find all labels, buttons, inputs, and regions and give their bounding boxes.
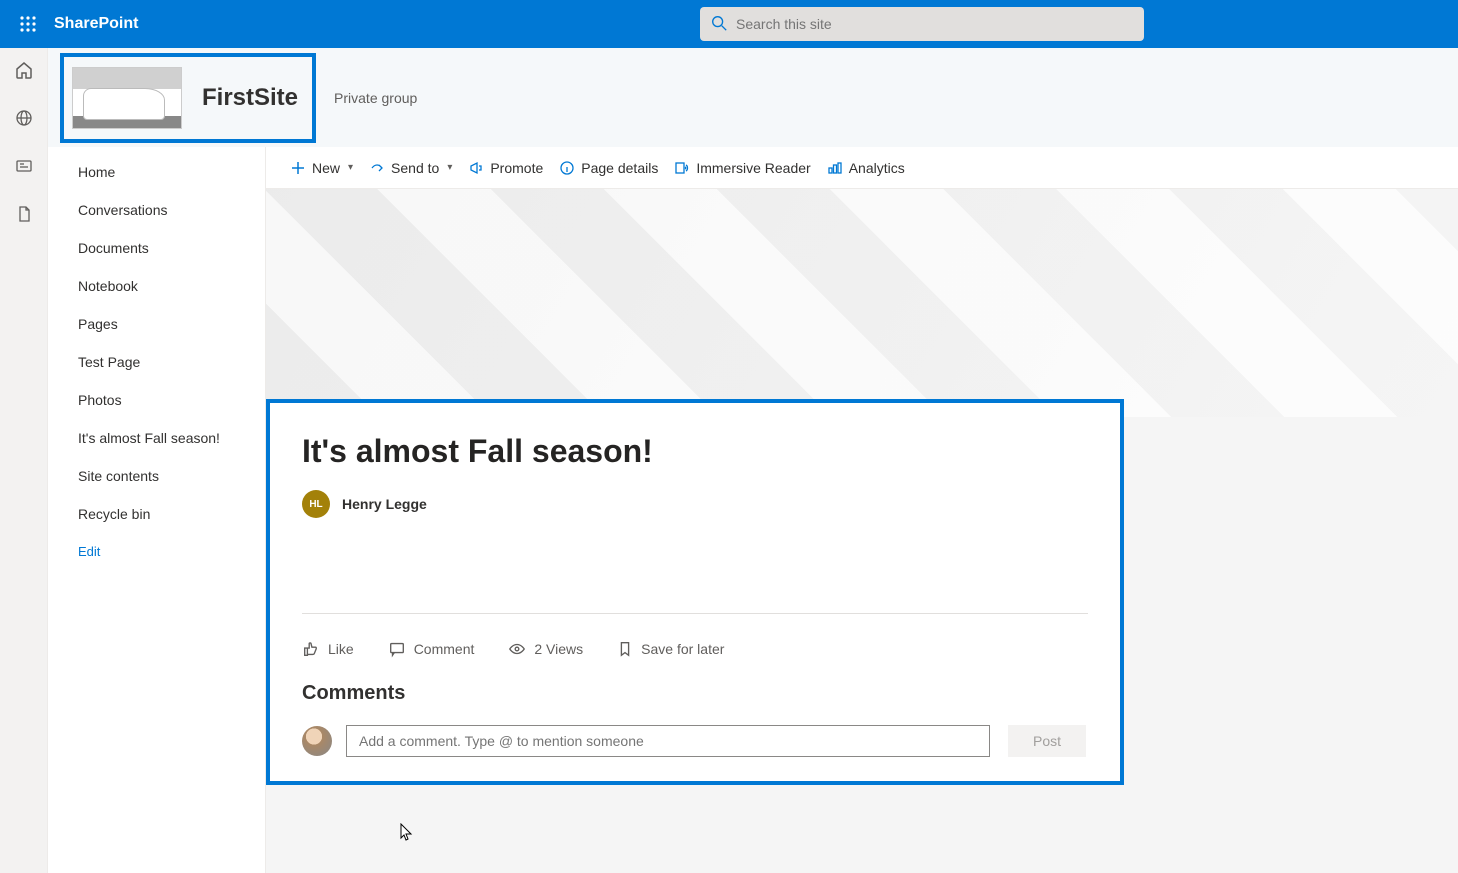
chevron-down-icon: ▾ [447,162,452,173]
comments-heading: Comments [302,682,1088,705]
author-name[interactable]: Henry Legge [342,496,427,512]
nav-item-documents[interactable]: Documents [48,229,265,267]
divider [302,613,1088,614]
site-title[interactable]: FirstSite [202,84,298,112]
send-to-button[interactable]: Send to ▾ [369,160,452,176]
files-icon[interactable] [14,204,34,224]
author-avatar[interactable]: HL [302,490,330,518]
current-user-avatar[interactable] [302,726,332,756]
like-button[interactable]: Like [302,640,354,658]
nav-item-pages[interactable]: Pages [48,305,265,343]
analytics-button[interactable]: Analytics [827,160,905,176]
nav-item-photos[interactable]: Photos [48,381,265,419]
globe-icon[interactable] [14,108,34,128]
nav-item-conversations[interactable]: Conversations [48,191,265,229]
search-input[interactable] [700,7,1144,41]
site-header: FirstSite Private group [48,48,1458,147]
immersive-reader-label: Immersive Reader [696,160,810,176]
nav-item-notebook[interactable]: Notebook [48,267,265,305]
save-label: Save for later [641,641,724,657]
page-canvas: It's almost Fall season! HL Henry Legge … [266,189,1458,873]
site-header-highlight: FirstSite [60,53,316,143]
nav-item-fall-season[interactable]: It's almost Fall season! [48,419,265,457]
comment-input[interactable] [346,725,990,757]
views-indicator: 2 Views [508,640,583,658]
search-icon [710,14,728,32]
page-details-label: Page details [581,160,658,176]
new-label: New [312,160,340,176]
promote-button[interactable]: Promote [468,160,543,176]
nav-item-recycle-bin[interactable]: Recycle bin [48,495,265,533]
post-button[interactable]: Post [1008,725,1086,757]
search-wrapper [700,7,1144,41]
send-to-label: Send to [391,160,439,176]
save-button[interactable]: Save for later [617,640,724,658]
left-navigation: Home Conversations Documents Notebook Pa… [48,147,266,873]
app-bar [0,48,48,873]
suite-bar: SharePoint [0,0,1458,48]
site-logo[interactable] [72,67,182,129]
new-button[interactable]: New ▾ [290,160,353,176]
comment-label: Comment [414,641,475,657]
page-title: It's almost Fall season! [302,433,1088,470]
chevron-down-icon: ▾ [348,162,353,173]
social-bar: Like Comment 2 Views Save for later [302,640,1088,658]
immersive-reader-button[interactable]: Immersive Reader [674,160,810,176]
nav-item-site-contents[interactable]: Site contents [48,457,265,495]
byline: HL Henry Legge [302,490,1088,518]
like-label: Like [328,641,354,657]
promote-label: Promote [490,160,543,176]
home-icon[interactable] [14,60,34,80]
nav-item-home[interactable]: Home [48,153,265,191]
nav-item-test-page[interactable]: Test Page [48,343,265,381]
comment-button[interactable]: Comment [388,640,475,658]
hero-background [266,189,1458,417]
page-details-button[interactable]: Page details [559,160,658,176]
news-icon[interactable] [14,156,34,176]
comment-compose-row: Post [302,725,1088,757]
nav-edit-link[interactable]: Edit [48,533,265,570]
analytics-label: Analytics [849,160,905,176]
cursor-icon [400,823,414,841]
site-privacy-label: Private group [334,90,417,106]
app-name[interactable]: SharePoint [54,15,138,33]
app-launcher-icon[interactable] [8,4,48,44]
views-label: 2 Views [534,641,583,657]
command-bar: New ▾ Send to ▾ Promote Page details Imm… [266,147,1458,189]
article-highlight: It's almost Fall season! HL Henry Legge … [266,399,1124,785]
